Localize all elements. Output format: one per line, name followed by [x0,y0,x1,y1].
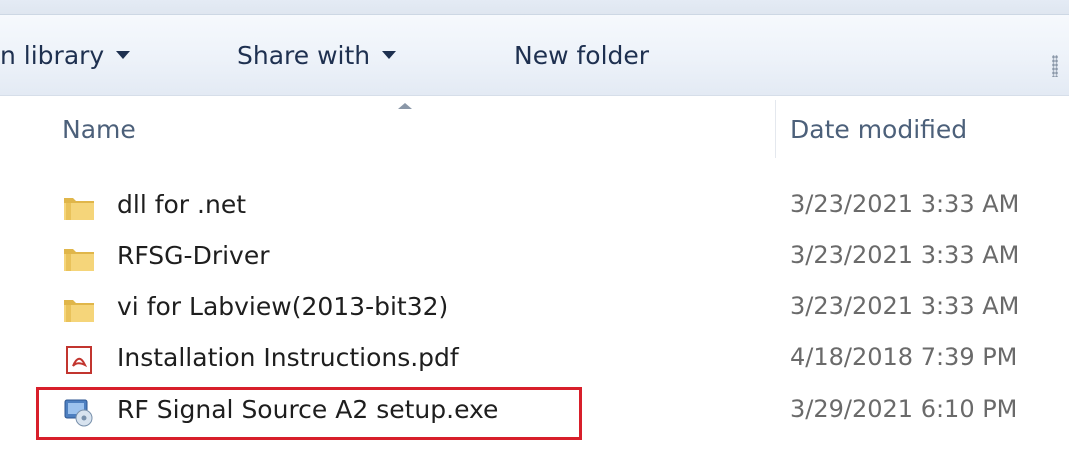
share-with-button[interactable]: Share with [237,41,397,70]
folder-icon [64,249,94,271]
file-date-modified: 4/18/2018 7:39 PM [790,343,1018,371]
file-date-modified: 3/29/2021 6:10 PM [790,395,1018,423]
file-row-rfsg-driver[interactable]: RFSG-Driver 3/23/2021 3:33 AM [0,235,1069,283]
share-with-label: Share with [237,41,371,70]
include-in-library-button[interactable]: n library [0,41,131,70]
file-name: vi for Labview(2013-bit32) [117,292,449,321]
folder-icon [64,300,94,322]
highlight-box [36,387,582,440]
file-date-modified: 3/23/2021 3:33 AM [790,190,1020,218]
file-name: dll for .net [117,190,247,219]
toolbar-overflow-grip-icon[interactable] [1052,55,1058,77]
file-date-modified: 3/23/2021 3:33 AM [790,241,1020,269]
dropdown-arrow-icon [382,51,397,59]
column-divider[interactable] [775,100,776,158]
file-row-dll-for-net[interactable]: dll for .net 3/23/2021 3:33 AM [0,184,1069,232]
dropdown-arrow-icon [116,51,131,59]
file-date-modified: 3/23/2021 3:33 AM [790,292,1020,320]
include-in-library-label: n library [0,41,105,70]
column-header-name[interactable]: Name [62,115,136,144]
window-top-strip [0,0,1069,15]
file-name: Installation Instructions.pdf [117,343,459,372]
sort-ascending-icon [398,103,412,109]
file-row-vi-for-labview[interactable]: vi for Labview(2013-bit32) 3/23/2021 3:3… [0,286,1069,334]
new-folder-label: New folder [514,41,650,70]
new-folder-button[interactable]: New folder [514,41,649,70]
pdf-icon [66,346,92,374]
command-bar: n library Share with New folder [0,15,1069,96]
file-row-installation-instructions[interactable]: Installation Instructions.pdf 4/18/2018 … [0,337,1069,385]
column-header-date-modified[interactable]: Date modified [790,115,967,144]
folder-icon [64,198,94,220]
file-name: RFSG-Driver [117,241,270,270]
